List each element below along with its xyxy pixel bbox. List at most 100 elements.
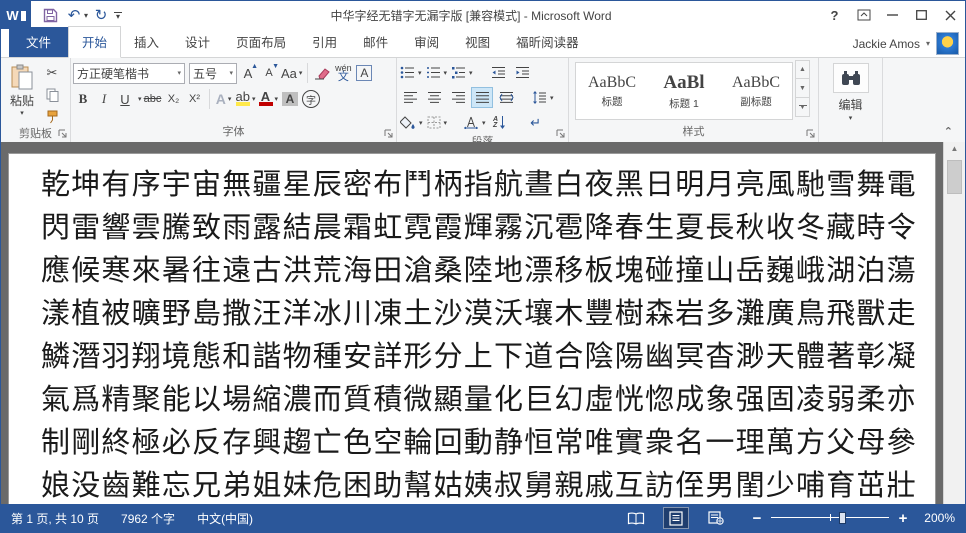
bullets-button[interactable]: ▾ (399, 62, 423, 83)
font-size-combo[interactable]: 五号▾ (189, 63, 237, 84)
underline-dropdown-icon[interactable]: ▾ (138, 95, 142, 103)
borders-button[interactable]: ▾ (426, 112, 449, 133)
subscript-button[interactable]: X₂ (164, 88, 184, 110)
styles-dialog-launcher[interactable] (806, 129, 816, 139)
save-button[interactable] (39, 4, 61, 26)
multilevel-list-button[interactable]: ▾ (450, 62, 474, 83)
vertical-scrollbar[interactable]: ▲ (943, 142, 965, 504)
font-color-button[interactable]: A ▾ (258, 88, 280, 110)
zoom-out-button[interactable]: − (751, 510, 763, 527)
page-indicator[interactable]: 第 1 页, 共 10 页 (11, 510, 99, 527)
redo-button[interactable]: ↻ (90, 4, 112, 26)
paint-bucket-icon (400, 116, 416, 129)
text-effects-button[interactable]: A▾ (214, 88, 234, 110)
copy-button[interactable] (41, 85, 63, 105)
bold-button[interactable]: B (73, 88, 93, 110)
maximize-button[interactable] (907, 1, 936, 29)
binoculars-icon (841, 70, 861, 86)
zoom-slider-thumb[interactable] (839, 512, 846, 524)
tab-home[interactable]: 开始 (68, 26, 121, 58)
enclose-characters-button[interactable]: 字 (301, 88, 321, 110)
format-painter-button[interactable] (41, 107, 63, 127)
decrease-indent-icon (491, 66, 506, 79)
doc-line: 氣爲精聚能以場縮濃而質積微顯量化巨幻虛恍惚成象强固凌弱柔亦 (41, 378, 915, 421)
text-effects-glyph: A (216, 91, 226, 107)
align-right-icon (451, 91, 466, 104)
tab-view[interactable]: 视图 (452, 27, 503, 57)
tab-file[interactable]: 文件 (9, 27, 68, 57)
underline-button[interactable]: U (115, 88, 135, 110)
superscript-button[interactable]: X² (185, 88, 205, 110)
style-title[interactable]: AaBbC 标题 (576, 63, 648, 119)
tab-insert[interactable]: 插入 (121, 27, 172, 57)
tab-mailings[interactable]: 邮件 (350, 27, 401, 57)
strikethrough-button[interactable]: abc (143, 88, 163, 110)
paragraph-dialog-launcher[interactable] (556, 129, 566, 139)
character-border-button[interactable]: A (354, 62, 374, 84)
document-page[interactable]: 乾坤有序宇宙無疆星辰密布鬥柄指航晝白夜黑日明月亮風馳雪舞電 閃雷響雲騰致雨露結晨… (8, 153, 936, 504)
align-left-button[interactable] (399, 87, 421, 108)
scrollbar-thumb[interactable] (947, 160, 962, 194)
zoom-percentage[interactable]: 200% (917, 511, 955, 525)
clear-formatting-button[interactable] (312, 62, 332, 84)
phonetic-guide-button[interactable]: wén 文 (333, 62, 353, 84)
customize-qat-button[interactable]: ▾ (114, 12, 122, 19)
justify-button[interactable] (471, 87, 493, 108)
print-layout-button[interactable] (663, 507, 689, 529)
minimize-button[interactable] (878, 1, 907, 29)
read-mode-button[interactable] (623, 507, 649, 529)
word-logo-icon[interactable]: W (1, 1, 31, 29)
zoom-in-button[interactable]: + (897, 510, 909, 527)
paste-button[interactable]: 粘贴 ▾ (3, 60, 41, 127)
highlight-button[interactable]: ab ▾ (235, 88, 257, 110)
line-spacing-button[interactable]: ▾ (531, 87, 555, 108)
help-button[interactable]: ? (820, 1, 849, 29)
clipboard-dialog-launcher[interactable] (58, 129, 68, 139)
styles-scroll-up-button[interactable]: ▲ (795, 60, 810, 79)
style-heading1[interactable]: AaBl 标题 1 (648, 63, 720, 119)
grow-font-button[interactable]: A▲ (238, 62, 258, 84)
sort-button[interactable]: AZ (489, 112, 511, 133)
increase-indent-button[interactable] (512, 62, 534, 83)
undo-dropdown[interactable]: ▾ (84, 11, 88, 20)
show-marks-button[interactable]: ↵ (525, 112, 547, 133)
undo-button[interactable]: ↶ (63, 4, 85, 26)
styles-more-button[interactable]: ▼ (795, 98, 810, 117)
enclose-characters-glyph: 字 (302, 90, 320, 108)
shrink-font-button[interactable]: A▼ (259, 62, 279, 84)
tab-references[interactable]: 引用 (299, 27, 350, 57)
align-right-button[interactable] (447, 87, 469, 108)
highlight-glyph-wrap: ab (236, 92, 250, 106)
change-case-button[interactable]: Aa▾ (280, 62, 303, 84)
account-area[interactable]: Jackie Amos ▾ (853, 32, 959, 55)
character-shading-button[interactable]: A (280, 88, 300, 110)
cut-button[interactable]: ✂ (41, 63, 63, 83)
tab-page-layout[interactable]: 页面布局 (223, 27, 299, 57)
style-subtitle[interactable]: AaBbC 副标题 (720, 63, 792, 119)
asian-layout-button[interactable]: ▾ (462, 112, 487, 133)
font-color-dropdown-icon: ▾ (275, 95, 279, 103)
italic-button[interactable]: I (94, 88, 114, 110)
numbering-button[interactable]: ▾ (425, 62, 449, 83)
font-name-combo[interactable]: 方正硬笔楷书▾ (73, 63, 185, 84)
decrease-indent-button[interactable] (488, 62, 510, 83)
align-center-button[interactable] (423, 87, 445, 108)
close-button[interactable] (936, 1, 965, 29)
zoom-slider[interactable] (771, 511, 889, 525)
tab-design[interactable]: 设计 (172, 27, 223, 57)
web-layout-button[interactable] (703, 507, 729, 529)
word-count[interactable]: 7962 个字 (121, 510, 175, 527)
collapse-ribbon-button[interactable]: ⌃ (944, 125, 953, 138)
tab-foxit-reader[interactable]: 福昕阅读器 (503, 27, 592, 57)
shading-button[interactable]: ▾ (399, 112, 424, 133)
distributed-button[interactable] (495, 87, 517, 108)
language-indicator[interactable]: 中文(中国) (197, 510, 253, 527)
editing-button[interactable]: 编辑 ▾ (821, 60, 880, 125)
tab-review[interactable]: 审阅 (401, 27, 452, 57)
font-dialog-launcher[interactable] (384, 129, 394, 139)
avatar[interactable] (936, 32, 959, 55)
scroll-up-icon[interactable]: ▲ (944, 144, 965, 153)
bullets-icon (400, 66, 415, 79)
styles-scroll-down-button[interactable]: ▼ (795, 79, 810, 98)
ribbon-display-options-button[interactable] (849, 1, 878, 29)
